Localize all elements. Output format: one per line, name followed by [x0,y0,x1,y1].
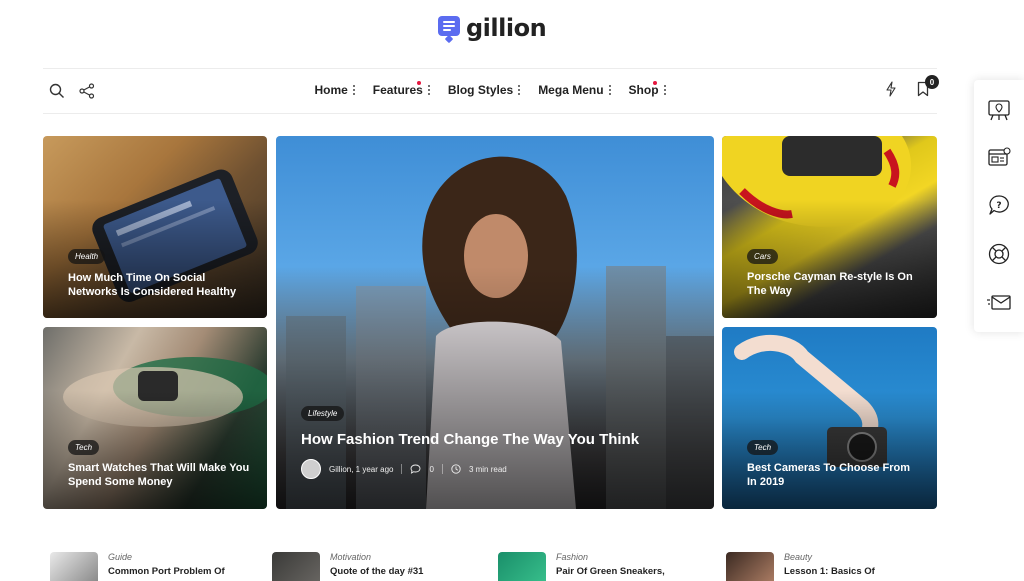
post-meta: Gillion, 1 year ago 0 3 min read [301,459,507,479]
support-lifebuoy-icon[interactable] [985,240,1013,268]
nav-item-label: Blog Styles [447,83,514,97]
post-thumbnail[interactable] [498,552,546,581]
post-thumbnail[interactable] [50,552,98,581]
new-indicator-dot [416,81,421,85]
browser-window-icon[interactable] [985,144,1013,172]
main-navbar: Home Features Blog Styles Mega Menu Shop [43,68,939,114]
nav-item-mega-menu[interactable]: Mega Menu [538,83,611,97]
post-card-featured[interactable]: Lifestyle How Fashion Trend Change The W… [276,136,714,509]
category-badge[interactable]: Health [68,249,106,264]
avatar[interactable] [301,459,321,479]
read-time: 3 min read [468,464,507,474]
post-category[interactable]: Motivation [330,552,423,562]
more-dots-icon [427,85,430,95]
new-indicator-dot [652,81,657,85]
list-item[interactable]: Motivation Quote of the day #31 [272,552,423,581]
post-card-health[interactable]: Health How Much Time On Social Networks … [43,136,267,318]
lightning-icon[interactable] [883,81,899,97]
post-card-cars[interactable]: Cars Porsche Cayman Re-style Is On The W… [722,136,937,318]
post-thumbnail[interactable] [272,552,320,581]
nav-item-label: Home [314,83,348,97]
nav-item-home[interactable]: Home [314,83,355,97]
help-question-icon[interactable]: ? [985,192,1013,220]
list-item[interactable]: Beauty Lesson 1: Basics Of [726,552,875,581]
post-title[interactable]: Best Cameras To Choose From In 2019 [747,461,922,490]
post-category[interactable]: Beauty [784,552,875,562]
post-title[interactable]: Pair Of Green Sneakers, [556,566,665,577]
nav-item-label: Mega Menu [538,83,604,97]
mail-envelope-icon[interactable] [985,288,1013,316]
post-title[interactable]: Porsche Cayman Re-style Is On The Way [747,270,922,299]
post-category[interactable]: Fashion [556,552,665,562]
post-category[interactable]: Guide [108,552,225,562]
comment-icon [411,464,421,474]
list-item[interactable]: Fashion Pair Of Green Sneakers, [498,552,665,581]
nav-item-label: Shop [628,83,659,97]
post-card-tech-watch[interactable]: Tech Smart Watches That Will Make You Sp… [43,327,267,509]
post-author-date[interactable]: Gillion, 1 year ago [329,465,393,474]
category-badge[interactable]: Tech [747,440,779,455]
nav-item-shop[interactable]: Shop [628,81,666,97]
site-logo[interactable]: gillion [438,14,547,44]
nav-item-features[interactable]: Features [372,81,430,97]
bookmark-count-badge: 0 [925,75,939,89]
demo-monitor-icon[interactable] [985,96,1013,124]
featured-post-title[interactable]: How Fashion Trend Change The Way You Thi… [301,430,701,450]
post-title[interactable]: Common Port Problem Of [108,566,225,577]
clock-icon [451,464,461,474]
nav-item-label: Features [372,83,423,97]
side-toolbar: ? [974,80,1024,332]
nav-menu: Home Features Blog Styles Mega Menu Shop [43,81,937,97]
more-dots-icon [663,85,666,95]
logo-icon [438,14,460,44]
more-dots-icon [518,85,521,95]
category-badge[interactable]: Cars [747,249,778,264]
post-card-tech-camera[interactable]: Tech Best Cameras To Choose From In 2019 [722,327,937,509]
more-dots-icon [352,85,355,95]
logo-text: gillion [466,14,547,42]
post-thumbnail[interactable] [726,552,774,581]
svg-text:?: ? [996,201,1001,211]
post-title[interactable]: Quote of the day #31 [330,566,423,577]
post-title[interactable]: Smart Watches That Will Make You Spend S… [68,461,253,490]
list-item[interactable]: Guide Common Port Problem Of [50,552,225,581]
post-title[interactable]: How Much Time On Social Networks Is Cons… [68,271,253,300]
category-badge[interactable]: Tech [68,440,100,455]
category-badge[interactable]: Lifestyle [301,406,345,421]
nav-item-blog-styles[interactable]: Blog Styles [447,83,521,97]
comment-count[interactable]: 0 [429,465,433,474]
post-title[interactable]: Lesson 1: Basics Of [784,566,875,577]
more-dots-icon [608,85,611,95]
bookmark-icon[interactable]: 0 [915,75,939,97]
